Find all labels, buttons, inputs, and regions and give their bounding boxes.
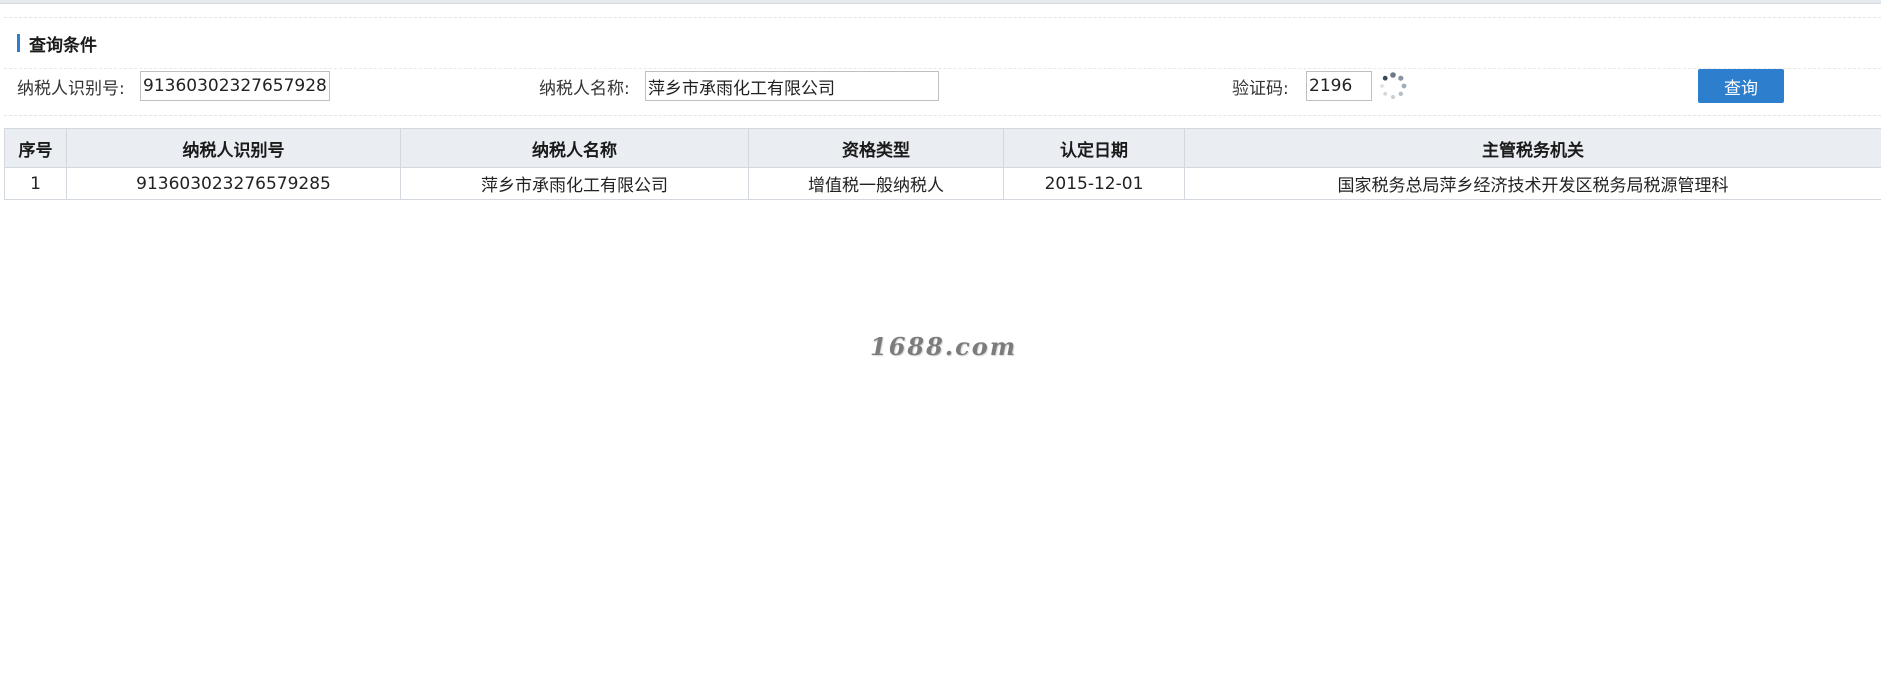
certification-date-cell: 2015-12-01 xyxy=(1003,167,1185,200)
loading-spinner-icon[interactable] xyxy=(1378,71,1408,101)
results-table: 序号 纳税人识别号 纳税人名称 资格类型 认定日期 主管税务机关 1 91360… xyxy=(4,128,1881,200)
query-panel: 查询条件 纳税人识别号: 纳税人名称: 验证码: 查询 xyxy=(4,17,1881,116)
table-row: 1 913603023276579285 萍乡市承雨化工有限公司 增值税一般纳税… xyxy=(4,167,1881,200)
column-header-taxpayer-name: 纳税人名称 xyxy=(400,128,749,168)
title-divider xyxy=(4,68,1881,69)
taxpayer-name-input[interactable] xyxy=(645,71,939,101)
row-index-cell: 1 xyxy=(4,167,67,200)
panel-title: 查询条件 xyxy=(17,33,97,56)
top-border xyxy=(0,0,1881,4)
taxpayer-id-cell: 913603023276579285 xyxy=(66,167,401,200)
column-header-taxpayer-id: 纳税人识别号 xyxy=(66,128,401,168)
panel-title-text: 查询条件 xyxy=(29,35,97,56)
column-header-certification-date: 认定日期 xyxy=(1003,128,1185,168)
taxpayer-name-cell: 萍乡市承雨化工有限公司 xyxy=(400,167,749,200)
captcha-input[interactable] xyxy=(1306,71,1372,101)
taxpayer-name-label: 纳税人名称: xyxy=(539,79,630,99)
query-button[interactable]: 查询 xyxy=(1698,69,1784,103)
qualification-type-cell: 增值税一般纳税人 xyxy=(748,167,1004,200)
watermark: 1688.com xyxy=(870,332,1018,361)
captcha-label: 验证码: xyxy=(1232,79,1289,99)
column-header-index: 序号 xyxy=(4,128,67,168)
taxpayer-id-label: 纳税人识别号: xyxy=(17,79,125,99)
table-header-row: 序号 纳税人识别号 纳税人名称 资格类型 认定日期 主管税务机关 xyxy=(4,128,1881,168)
taxpayer-id-input[interactable] xyxy=(140,71,330,101)
title-accent-bar xyxy=(17,34,20,52)
column-header-qualification-type: 资格类型 xyxy=(748,128,1004,168)
tax-authority-cell: 国家税务总局萍乡经济技术开发区税务局税源管理科 xyxy=(1184,167,1881,200)
column-header-tax-authority: 主管税务机关 xyxy=(1184,128,1881,168)
